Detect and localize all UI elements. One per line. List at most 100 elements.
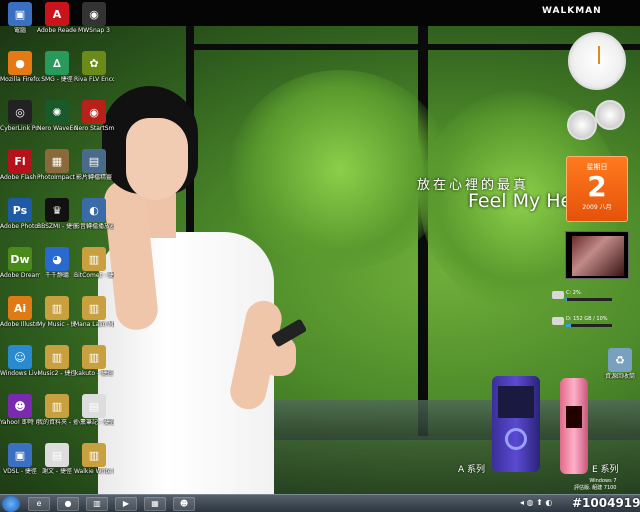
walkman-a-player xyxy=(492,376,540,472)
taskbar-button-explorer[interactable]: ▥ xyxy=(86,497,108,511)
app-icon: ∆ xyxy=(45,51,69,75)
app-icon: Ai xyxy=(8,296,32,320)
desktop-icon[interactable]: ◐ 影音轉檔播放器 xyxy=(74,198,114,230)
drive-label: D: 152 GB / 10% xyxy=(566,316,608,322)
desktop-icon[interactable]: ♛ BBSZMI - 捷徑 xyxy=(37,198,77,230)
desktop-icon-label: VDSL - 捷徑 xyxy=(3,468,37,475)
desktop-icon[interactable]: ✿Riva FLV Encoder xyxy=(74,51,114,83)
desktop-icon-label: 謝文 - 捷徑 xyxy=(42,468,72,475)
slideshow-gadget[interactable] xyxy=(565,231,629,279)
app-icon: ◐ xyxy=(82,198,106,222)
desktop-icon[interactable]: AiAdobe Illustrat... xyxy=(0,296,40,328)
desktop-icon-label: 電腦 xyxy=(13,27,26,34)
os-name: Windows 7 xyxy=(589,478,617,484)
app-icon: ▥ xyxy=(45,296,69,320)
player-screen xyxy=(498,386,534,418)
desktop-icon-label: Windows Live Messenger xyxy=(0,370,40,377)
taskbar-button-firefox[interactable]: ● xyxy=(57,497,79,511)
player-screen xyxy=(566,406,582,428)
desktop-icon-label: Yahoo! 即時 Messenger xyxy=(0,419,40,426)
taskbar-button-photo[interactable]: ▦ xyxy=(144,497,166,511)
system-tray[interactable]: ◂ ◍ ⬆ ◐ xyxy=(520,498,552,507)
recycle-bin-glyph: ♻ xyxy=(608,348,632,372)
desktop-icon-label: CyberLink PowerDVD 9 xyxy=(0,125,40,132)
drive-label: C: 2% xyxy=(566,290,581,296)
desktop-icon[interactable]: ▥ kakuto - 捷徑 xyxy=(74,345,114,377)
app-icon: ▤ xyxy=(45,443,69,467)
desktop-icon[interactable]: ▥我的資料夾 - 捷徑 xyxy=(37,394,77,426)
desktop-icon[interactable]: ◕ 千千靜聽 xyxy=(37,247,77,279)
desktop-icon[interactable]: ▥My Music - 捷徑 xyxy=(37,296,77,328)
image-watermark: #1004919 xyxy=(572,496,640,510)
start-button[interactable] xyxy=(2,496,20,512)
desktop-icon[interactable]: ● Mozilla Firefox xyxy=(0,51,40,83)
desktop-icon[interactable]: ▣ VDSL - 捷徑 xyxy=(0,443,40,475)
desktop-icon[interactable]: ▥BitComet - 捷徑 xyxy=(74,247,114,279)
desktop-icon[interactable]: ▣ 電腦 xyxy=(0,2,40,34)
drive-usage-fill xyxy=(566,298,567,301)
desktop-icon[interactable]: ▥ Music2 - 捷徑 xyxy=(37,345,77,377)
desktop-icon-label: 影片轉檔精靈 xyxy=(75,174,112,181)
app-icon: ▤ xyxy=(82,149,106,173)
desktop-icon[interactable]: ▦PhotoImpact X3 xyxy=(37,149,77,181)
desktop-wallpaper: WALKMAN 放在心裡的最真 Feel My He ▣ 電腦 A Adobe Rea… xyxy=(0,0,640,494)
desktop-icon-label: Music2 - 捷徑 xyxy=(37,370,77,377)
slideshow-photo xyxy=(572,236,624,276)
clock-gadget[interactable] xyxy=(568,32,626,90)
memory-meter-gadget[interactable] xyxy=(595,100,625,130)
desktop-icon[interactable]: ▥Walkie Write Demo #1 xyxy=(74,443,114,475)
desktop-icon[interactable]: ☺Windows Live Messenger xyxy=(0,345,40,377)
desktop-icon[interactable]: ✺Nero WaveEditor xyxy=(37,100,77,132)
desktop-icon-label: PhotoImpact X3 xyxy=(37,174,77,181)
player-wheel xyxy=(505,428,527,450)
desktop-icon[interactable]: ▤ 影片轉檔精靈 xyxy=(74,149,114,181)
desktop-icon[interactable]: PsAdobe Photosho... xyxy=(0,198,40,230)
desktop-icon[interactable]: ◉ MWSnap 3 xyxy=(74,2,114,34)
desktop-icon[interactable]: ∆ SMG - 捷徑 xyxy=(37,51,77,83)
series-e-label: E 系列 xyxy=(592,465,619,475)
app-icon: ◎ xyxy=(8,100,32,124)
os-build: 評估版. 組建 7100 xyxy=(574,485,617,491)
desktop-icon[interactable]: ▤ 謝文 - 捷徑 xyxy=(37,443,77,475)
drive-usage-bar xyxy=(566,298,612,301)
app-icon: ✿ xyxy=(82,51,106,75)
clock-hand xyxy=(598,46,600,64)
app-icon: ● xyxy=(8,51,32,75)
desktop-icon-label: kakuto - 捷徑 xyxy=(74,370,114,377)
desktop-icon[interactable]: ▥Mana Lalin My Way 2008 xyxy=(74,296,114,328)
app-icon: ♛ xyxy=(45,198,69,222)
desktop-icon[interactable]: DwAdobe Dreamwea... xyxy=(0,247,40,279)
taskbar-button-ie[interactable]: e xyxy=(28,497,50,511)
desktop-icon[interactable]: ◉Nero StartSmart xyxy=(74,100,114,132)
desktop-icon-label: SMG - 捷徑 xyxy=(41,76,73,83)
drive-meter-c[interactable]: C: 2% xyxy=(552,290,612,304)
desktop-icon[interactable]: ▤ 小薰筆記 - 捷徑 xyxy=(74,394,114,426)
taskbar-button-messenger[interactable]: ☻ xyxy=(173,497,195,511)
app-icon: ▣ xyxy=(8,2,32,26)
desktop-icon-label: Walkie Write Demo #1 xyxy=(74,468,114,475)
desktop-icon-label: Adobe Photosho... xyxy=(0,223,40,230)
desktop-icon[interactable]: AAdobe Reader 9 xyxy=(37,2,77,34)
desktop-icon-label: Riva FLV Encoder xyxy=(74,76,114,83)
desktop-icon-label: BBSZMI - 捷徑 xyxy=(37,223,77,230)
walkman-e-player xyxy=(560,378,588,474)
taskbar-button-media[interactable]: ▶ xyxy=(115,497,137,511)
calendar-day: 2 xyxy=(587,170,607,203)
desktop-icon-label: Nero WaveEditor xyxy=(37,125,77,132)
app-icon: A xyxy=(45,2,69,26)
desktop-icon-label: Adobe Reader 9 xyxy=(37,27,77,34)
recycle-bin-icon[interactable]: ♻ 資源回收筒 xyxy=(600,348,640,380)
desktop-icon-label: 影音轉檔播放器 xyxy=(74,223,114,230)
disk-icon xyxy=(552,291,564,299)
app-icon: Ps xyxy=(8,198,32,222)
drive-meter-d[interactable]: D: 152 GB / 10% xyxy=(552,316,612,330)
cpu-meter-gadget[interactable] xyxy=(567,110,597,140)
calendar-gadget[interactable]: 星期日 2 2009 八月 xyxy=(566,156,628,222)
desktop-icon[interactable]: FlAdobe Flash CS3 Profess... xyxy=(0,149,40,181)
desktop-icon[interactable]: ☻Yahoo! 即時 Messenger xyxy=(0,394,40,426)
woman-face xyxy=(126,118,188,200)
desktop-icon-label: My Music - 捷徑 xyxy=(37,321,77,328)
taskbar: e ● ▥ ▶ ▦ ☻ ◂ ◍ ⬆ ◐ xyxy=(0,494,640,512)
walkman-logo: WALKMAN xyxy=(542,6,602,16)
desktop-icon[interactable]: ◎CyberLink PowerDVD 9 xyxy=(0,100,40,132)
